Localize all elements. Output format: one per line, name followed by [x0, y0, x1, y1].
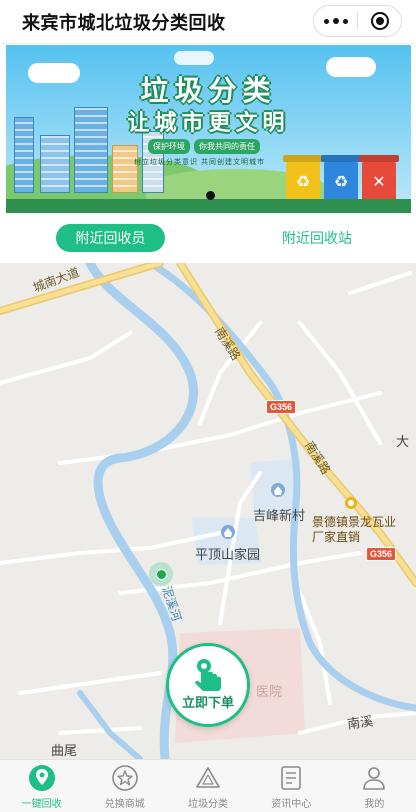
nav-bar: 来宾市城北垃圾分类回收: [0, 0, 416, 44]
bottom-tab-bar: 一键回收 兑换商城 垃圾分类 资讯中心 我的: [0, 759, 416, 812]
tab-label: 资讯中心: [271, 799, 312, 810]
star-icon: [110, 763, 140, 793]
map-label-place: 平顶山家园: [195, 547, 261, 562]
ground-strip: [6, 199, 411, 213]
recycle-pin-icon: [27, 763, 57, 793]
place-order-button[interactable]: 立即下单: [166, 643, 250, 727]
map-label-place: 医院: [256, 684, 283, 699]
map-label-place: 吉峰新村: [253, 508, 306, 523]
mini-program-capsule: [313, 5, 402, 37]
highway-shield: G356: [266, 400, 296, 414]
tab-news-center[interactable]: 资讯中心: [250, 760, 333, 812]
banner-subline: 让城市更文明: [127, 110, 290, 135]
tab-one-click-recycle[interactable]: 一键回收: [0, 760, 83, 812]
collector-type-switch: 附近回收员 附近回收站: [6, 213, 411, 263]
map-label-poi: 景德镇景龙瓦业厂家直销: [312, 515, 397, 544]
slogan-pill: 保护环境: [148, 139, 190, 154]
tab-nearby-stations[interactable]: 附近回收站: [271, 224, 363, 252]
yellow-bin-icon: ♻: [286, 161, 320, 203]
tab-waste-sorting[interactable]: 垃圾分类: [166, 760, 249, 812]
newspaper-icon: [276, 763, 306, 793]
app-page: 来宾市城北垃圾分类回收 垃圾分类 让城市更文明 保护环境 你我共同的责任 树立垃…: [0, 0, 416, 812]
carousel-indicator[interactable]: [206, 191, 215, 200]
place-order-label: 立即下单: [181, 695, 234, 710]
blue-bin-icon: ♻: [324, 161, 358, 203]
tab-exchange-mall[interactable]: 兑换商城: [83, 760, 166, 812]
slogan-pill: 你我共同的责任: [194, 139, 260, 154]
map-label-place: 曲尾: [51, 743, 78, 758]
map-label-place: 大: [396, 434, 410, 449]
user-location-marker[interactable]: [149, 562, 173, 586]
close-mini-program-icon[interactable]: [358, 6, 401, 36]
highway-shield: G356: [366, 547, 396, 561]
banner-headline: 垃圾分类: [140, 75, 277, 106]
more-menu-icon[interactable]: [314, 6, 357, 36]
building-icon: [112, 145, 138, 193]
tab-label: 我的: [364, 799, 385, 810]
promo-banner[interactable]: 垃圾分类 让城市更文明 保护环境 你我共同的责任 树立垃圾分类意识 共同创建文明…: [6, 45, 411, 213]
tab-nearby-collectors[interactable]: 附近回收员: [56, 224, 165, 252]
building-icon: [40, 135, 70, 193]
triangle-icon: [193, 763, 223, 793]
banner-small-text: 树立垃圾分类意识 共同创建文明城市: [134, 159, 265, 166]
tap-hand-icon: [195, 659, 221, 691]
tab-label: 一键回收: [21, 799, 62, 810]
page-title: 来宾市城北垃圾分类回收: [22, 12, 226, 33]
cloud-icon: [174, 51, 214, 65]
slogan-row: 保护环境 你我共同的责任: [148, 139, 260, 154]
user-icon: [359, 763, 389, 793]
red-bin-icon: ✕: [362, 161, 396, 203]
tab-label: 垃圾分类: [188, 799, 228, 810]
tab-mine[interactable]: 我的: [333, 760, 416, 812]
tab-label: 兑换商城: [104, 799, 145, 810]
map-label-road: 南溪: [346, 713, 375, 732]
map-view[interactable]: 城南大道 南溪路 南溪路 G356 G356 吉峰新村 平顶山家园 景德镇景龙瓦…: [0, 263, 416, 759]
